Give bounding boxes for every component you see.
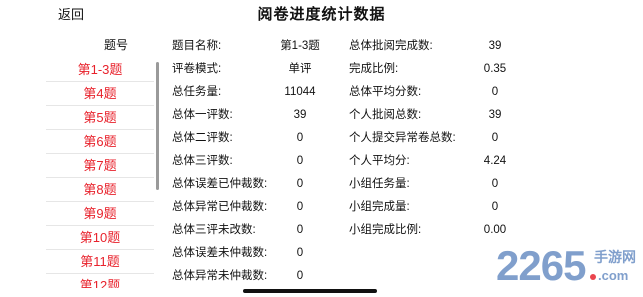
watermark-logo: 2265 手游网 .com [496,242,636,289]
stat-value: 39 [488,40,502,52]
stat-label: 总体异常已仲裁数: [172,201,268,213]
stat-value: 0.35 [483,63,507,75]
stat-label: 小组完成量: [349,201,410,213]
stat-label: 评卷模式: [172,63,222,75]
stat-value: 单评 [288,63,312,75]
stat-value: 11044 [284,86,316,98]
stat-label: 个人平均分: [349,155,410,167]
stat-value: 0 [491,178,499,190]
watermark-text: 手游网 [594,249,636,266]
top-bar: 返回 阅卷进度统计数据 [0,0,643,28]
stat-label: 总任务量: [172,86,222,98]
stat-value: 0 [296,270,304,282]
stat-value: 0 [296,224,304,236]
home-indicator[interactable] [243,289,377,293]
stat-label: 总体一评数: [172,109,233,121]
stat-value: 0.00 [483,224,507,236]
stat-label: 总体平均分数: [349,86,422,98]
stat-label: 个人提交异常卷总数: [349,132,456,144]
stat-label: 总体异常未仲裁数: [172,270,268,282]
stat-value: 0 [296,247,304,259]
stat-label: 题目名称: [172,40,222,52]
watermark-domain: .com [598,268,628,283]
stat-value: 0 [296,155,304,167]
stat-value: 0 [296,201,304,213]
stat-value: 0 [296,178,304,190]
stat-label: 总体二评数: [172,132,233,144]
stat-value: 第1-3题 [280,40,320,52]
stat-label: 完成比例: [349,63,399,75]
stat-value: 0 [491,132,499,144]
stat-label: 总体批阅完成数: [349,40,433,52]
stat-value: 4.24 [483,155,507,167]
stat-value: 0 [296,132,304,144]
stat-value: 39 [488,109,502,121]
stat-label: 总体误差未仲裁数: [172,247,268,259]
page-title: 阅卷进度统计数据 [257,6,386,23]
watermark-number: 2265 [496,242,586,289]
stat-value: 0 [491,201,499,213]
stat-label: 总体误差已仲裁数: [172,178,268,190]
stat-label: 小组任务量: [349,178,410,190]
stat-label: 个人批阅总数: [349,109,422,121]
watermark-dot-icon [590,274,596,280]
stat-value: 39 [293,109,307,121]
stat-label: 小组完成比例: [349,224,422,236]
stat-label: 总体三评数: [172,155,233,167]
stat-value: 0 [491,86,499,98]
stat-label: 总体三评未改数: [172,224,256,236]
